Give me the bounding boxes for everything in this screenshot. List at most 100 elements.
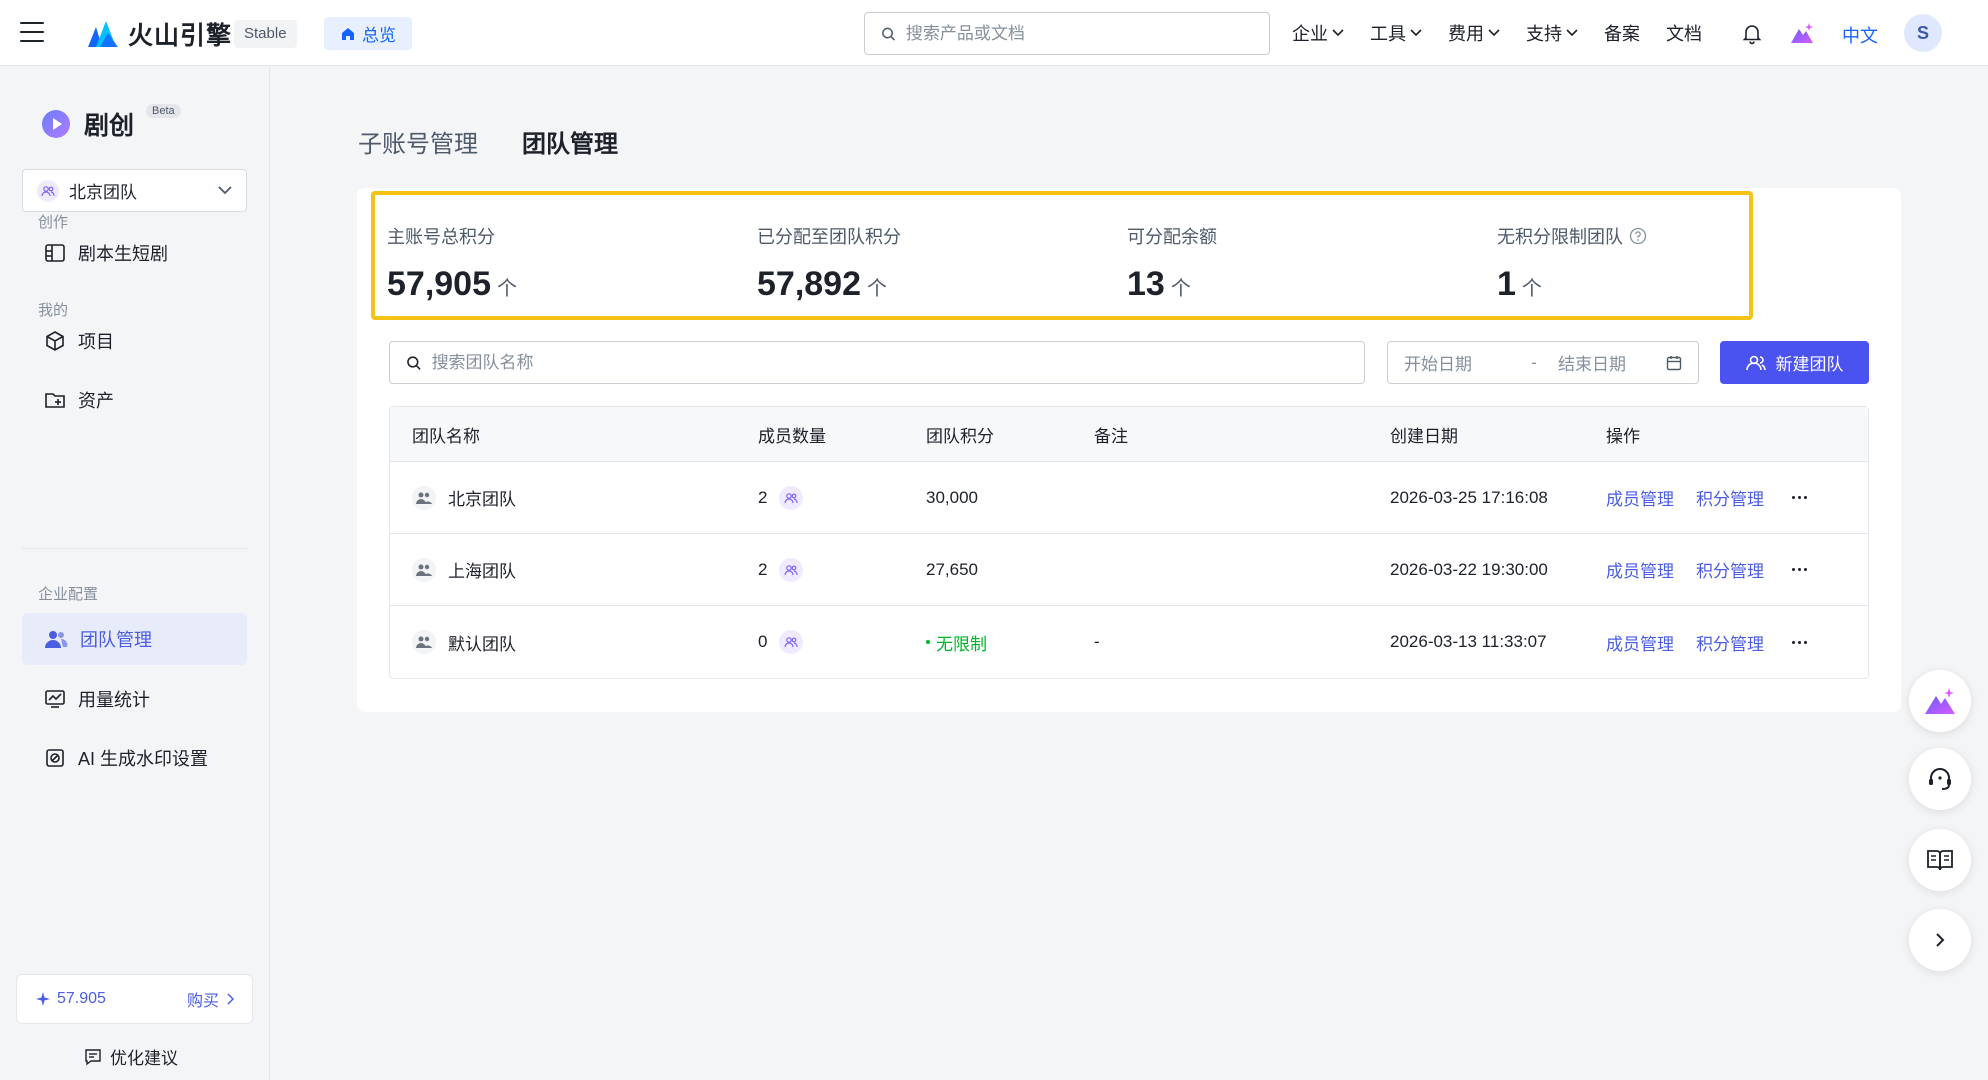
tab-sub-accounts[interactable]: 子账号管理 — [358, 124, 478, 159]
help-icon[interactable] — [1629, 227, 1647, 245]
member-count: 0 — [758, 632, 768, 651]
nav-enterprise[interactable]: 企业 — [1292, 20, 1344, 46]
chevron-down-icon — [1488, 29, 1500, 37]
sidebar-item-label: 项目 — [78, 332, 114, 352]
team-icon — [45, 631, 68, 648]
top-bar: 火山引擎 Stable 总览 企业 工具 费用 支持 — [0, 0, 1988, 66]
teams-table: 团队名称 成员数量 团队积分 备注 创建日期 操作 北京团队 2 30,000 … — [389, 406, 1869, 679]
global-search[interactable] — [864, 12, 1270, 55]
stat-value: 1 — [1497, 265, 1516, 303]
more-actions-icon[interactable] — [1792, 568, 1807, 571]
points-management-link[interactable]: 积分管理 — [1696, 630, 1764, 655]
chevron-down-icon — [1566, 29, 1578, 37]
nav-enterprise-label: 企业 — [1292, 24, 1328, 44]
sidebar-item-watermark[interactable]: AI 生成水印设置 — [22, 732, 247, 784]
feedback-icon — [85, 1048, 101, 1065]
stat-value: 13 — [1127, 265, 1165, 303]
customer-service-fab[interactable] — [1909, 748, 1971, 810]
chevron-right-icon — [1936, 933, 1945, 947]
stat-total-credits: 主账号总积分 57,905 个 — [387, 223, 517, 304]
stat-unit: 个 — [1521, 278, 1542, 300]
stat-label: 已分配至团队积分 — [757, 227, 901, 247]
sidebar-item-projects[interactable]: 项目 — [22, 315, 247, 367]
stat-unit: 个 — [497, 278, 517, 300]
team-points: 无限制 — [936, 634, 987, 654]
docs-fab[interactable] — [1909, 829, 1971, 891]
stats-summary: 主账号总积分 57,905 个 已分配至团队积分 57,892 个 可分配余额 13… — [371, 191, 1753, 320]
team-created-date: 2026-03-25 17:16:08 — [1390, 487, 1548, 507]
chevron-down-icon — [218, 186, 232, 195]
tab-team-management[interactable]: 团队管理 — [522, 124, 618, 159]
team-search-input[interactable] — [431, 352, 1348, 373]
credits-box: 57.905 购买 — [16, 974, 253, 1024]
feedback-button[interactable]: 优化建议 — [84, 1044, 178, 1069]
credits-value: 57.905 — [57, 990, 106, 1007]
team-created-date: 2026-03-13 11:33:07 — [1390, 632, 1547, 651]
members-icon[interactable] — [779, 557, 804, 582]
sidebar-divider — [22, 548, 247, 549]
team-avatar-icon — [412, 630, 436, 654]
stat-label: 无积分限制团队 — [1497, 227, 1623, 247]
col-header-points: 团队积分 — [926, 426, 994, 446]
feedback-label: 优化建议 — [110, 1049, 178, 1068]
bell-icon[interactable] — [1740, 21, 1764, 45]
sidebar-item-team-management[interactable]: 团队管理 — [22, 613, 247, 665]
buy-button[interactable]: 购买 — [187, 987, 234, 1011]
points-management-link[interactable]: 积分管理 — [1696, 557, 1764, 582]
add-team-icon — [1745, 355, 1766, 370]
team-selector[interactable]: 北京团队 — [22, 169, 247, 212]
members-icon[interactable] — [779, 630, 804, 654]
sidebar-item-usage[interactable]: 用量统计 — [22, 673, 247, 725]
team-name: 上海团队 — [448, 562, 516, 581]
team-selector-label: 北京团队 — [69, 183, 137, 202]
member-management-link[interactable]: 成员管理 — [1606, 557, 1674, 582]
buy-label: 购买 — [186, 993, 219, 1010]
stat-label: 可分配余额 — [1127, 227, 1217, 247]
more-actions-icon[interactable] — [1792, 640, 1807, 644]
date-range-picker[interactable]: 开始日期 - 结束日期 — [1387, 341, 1699, 384]
main-tabs: 子账号管理 团队管理 — [358, 124, 618, 159]
brand[interactable]: 火山引擎 — [86, 16, 232, 52]
nav-docs[interactable]: 文档 — [1666, 20, 1702, 46]
nav-tools[interactable]: 工具 — [1370, 20, 1422, 46]
more-actions-icon[interactable] — [1792, 496, 1807, 499]
member-management-link[interactable]: 成员管理 — [1606, 630, 1674, 655]
sidebar-item-label: 用量统计 — [78, 690, 150, 710]
team-note: - — [1094, 632, 1100, 651]
stat-available-balance: 可分配余额 13 个 — [1127, 223, 1217, 304]
sidebar-item-script-to-short[interactable]: 剧本生短剧 — [22, 227, 247, 279]
stat-unit: 个 — [1170, 278, 1191, 300]
status-dot — [926, 640, 930, 644]
global-search-input[interactable] — [905, 23, 1253, 44]
new-team-button[interactable]: 新建团队 — [1720, 341, 1869, 384]
sidebar-item-label: AI 生成水印设置 — [78, 749, 209, 769]
nav-billing[interactable]: 费用 — [1448, 20, 1500, 46]
language-switch[interactable]: 中文 — [1842, 22, 1878, 48]
date-end[interactable]: 结束日期 — [1554, 350, 1666, 375]
nav-support[interactable]: 支持 — [1526, 20, 1578, 46]
points-management-link[interactable]: 积分管理 — [1696, 485, 1764, 510]
menu-icon[interactable] — [20, 22, 44, 42]
date-start[interactable]: 开始日期 — [1404, 350, 1514, 375]
asset-folder-icon — [45, 393, 65, 408]
watermark-icon — [46, 749, 64, 767]
team-icon — [37, 179, 59, 202]
team-search[interactable] — [389, 341, 1365, 384]
search-icon — [882, 27, 896, 41]
ai-assistant-fab[interactable] — [1909, 670, 1971, 732]
team-created-date: 2026-03-22 19:30:00 — [1390, 559, 1548, 579]
overview-label: 总览 — [362, 26, 396, 45]
table-row: 上海团队 2 27,650 2026-03-22 19:30:00 成员管理 积… — [390, 534, 1868, 606]
stat-value: 57,905 — [387, 265, 491, 303]
sidebar-item-assets[interactable]: 资产 — [22, 374, 247, 426]
user-avatar[interactable]: S — [1904, 14, 1942, 52]
members-icon[interactable] — [779, 485, 804, 510]
overview-button[interactable]: 总览 — [324, 17, 412, 50]
member-management-link[interactable]: 成员管理 — [1606, 485, 1674, 510]
col-header-name: 团队名称 — [412, 426, 480, 446]
ai-assistant-icon[interactable] — [1789, 21, 1815, 45]
chevron-right-icon — [227, 993, 234, 1005]
credits-balance: 57.905 — [35, 990, 106, 1008]
nav-icp[interactable]: 备案 — [1604, 20, 1640, 46]
expand-fab[interactable] — [1909, 909, 1971, 971]
